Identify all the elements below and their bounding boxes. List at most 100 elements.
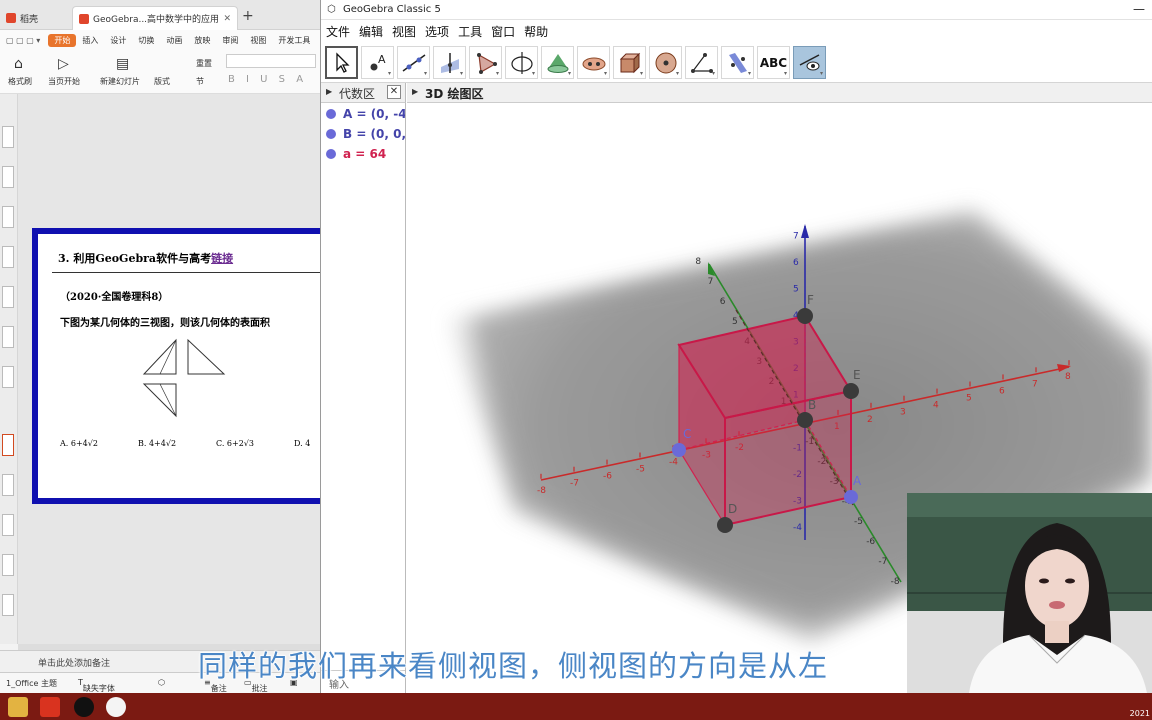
visibility-toggle-icon[interactable] <box>326 149 336 159</box>
slide-source: （2020·全国卷理科8） <box>60 292 169 303</box>
geogebra-title-bar: ⬡ GeoGebra Classic 5 — <box>321 0 1152 20</box>
algebra-view: A = (0, -4, B = (0, 0, a = 64 输入 <box>321 103 406 693</box>
format-painter-label[interactable]: 格式刷 <box>8 76 32 87</box>
sphere-tool[interactable]: ▾ <box>649 46 682 79</box>
angle-icon <box>690 52 713 73</box>
menu-insert[interactable]: 插入 <box>76 35 104 46</box>
z-axis-arrow <box>801 224 809 238</box>
cone-tool[interactable]: ▾ <box>541 46 574 79</box>
cube-net-icon <box>619 52 640 73</box>
polygon-tool[interactable]: ▾ <box>469 46 502 79</box>
menu-animation[interactable]: 动画 <box>160 35 188 46</box>
slide-thumbnail[interactable] <box>2 206 14 228</box>
point-f[interactable] <box>797 308 813 324</box>
menu-view[interactable]: 视图 <box>244 35 272 46</box>
circle-axis-tool[interactable]: ▾ <box>505 46 538 79</box>
menu-slideshow[interactable]: 放映 <box>188 35 216 46</box>
menu-window[interactable]: 窗口 <box>491 23 515 40</box>
menu-icons[interactable]: ▢ ▢ ▢ ▾ <box>0 36 46 45</box>
visibility-toggle-icon[interactable] <box>326 129 336 139</box>
section-label[interactable]: 节 <box>196 76 204 87</box>
algebra-item-a-point[interactable]: A = (0, -4, <box>326 105 405 123</box>
menu-options[interactable]: 选项 <box>425 23 449 40</box>
font-style-icons[interactable]: B I U S A <box>228 74 307 85</box>
window-title: GeoGebra Classic 5 <box>343 4 441 15</box>
slide-thumbnail[interactable] <box>2 126 14 148</box>
slide-thumbnail[interactable] <box>2 594 14 616</box>
point-d[interactable] <box>717 517 733 533</box>
slide-thumbnail[interactable] <box>2 474 14 496</box>
net-tool[interactable]: ▾ <box>613 46 646 79</box>
graphics-3d-header[interactable]: ▶ 3D 绘图区 <box>407 83 1152 103</box>
geogebra-taskbar-icon[interactable] <box>106 697 126 717</box>
slide-heading-link[interactable]: 链接 <box>211 252 233 265</box>
file-explorer-icon[interactable] <box>8 697 28 717</box>
slide-thumbnail[interactable] <box>2 326 14 348</box>
point-e[interactable] <box>843 383 859 399</box>
algebra-item-b-point[interactable]: B = (0, 0, <box>326 125 405 143</box>
reflect-plane-tool[interactable]: ▾ <box>721 46 754 79</box>
new-tab-icon[interactable]: + <box>242 8 254 24</box>
algebra-item-a-volume[interactable]: a = 64 <box>326 145 386 163</box>
point-tool[interactable]: A ▾ <box>361 46 394 79</box>
perpendicular-tool[interactable]: ▾ <box>433 46 466 79</box>
font-name-box[interactable] <box>226 54 316 68</box>
wps-tab-daoke[interactable]: 稻壳 <box>0 6 44 30</box>
play-icon[interactable]: ▷ <box>58 56 69 72</box>
taskbar: 2021 <box>0 693 1152 720</box>
move-tool[interactable] <box>325 46 358 79</box>
menu-developer[interactable]: 开发工具 <box>272 35 316 46</box>
menu-tools[interactable]: 工具 <box>458 23 482 40</box>
point-label-f: F <box>807 293 814 307</box>
point-c[interactable] <box>672 443 686 457</box>
layout-label[interactable]: 版式 <box>154 76 170 87</box>
y-tick-label: 7 <box>708 277 714 287</box>
wps-tab-label: 稻壳 <box>20 14 39 25</box>
point-b[interactable] <box>797 412 813 428</box>
menu-review[interactable]: 审阅 <box>216 35 244 46</box>
new-slide-label[interactable]: 新建幻灯片 <box>100 76 140 87</box>
ppt-icon <box>79 13 89 24</box>
point-a[interactable] <box>844 490 858 504</box>
view-icon[interactable]: ⬡ <box>158 678 165 687</box>
format-painter-icon[interactable]: ⌂ <box>14 56 23 72</box>
menu-start[interactable]: 开始 <box>48 33 77 47</box>
menu-help[interactable]: 帮助 <box>524 23 548 40</box>
wps-icon[interactable] <box>40 697 60 717</box>
from-current-label[interactable]: 当页开始 <box>48 76 80 87</box>
y-tick-label: -6 <box>866 537 875 547</box>
menu-transition[interactable]: 切换 <box>132 35 160 46</box>
sphere-icon <box>655 52 676 73</box>
close-icon[interactable]: ✕ <box>223 14 231 24</box>
intersect-surfaces-tool[interactable]: ▾ <box>577 46 610 79</box>
slide-thumbnail[interactable] <box>2 554 14 576</box>
visibility-toggle-icon[interactable] <box>326 109 336 119</box>
wps-tab-document[interactable]: GeoGebra...高中数学中的应用 ✕ <box>72 6 238 30</box>
slide-thumbnail-selected[interactable] <box>2 434 14 456</box>
minimize-icon[interactable]: — <box>1133 2 1145 16</box>
menu-edit[interactable]: 编辑 <box>359 23 383 40</box>
missing-font[interactable]: T 缺失字体 <box>78 678 115 693</box>
algebra-view-header[interactable]: ▶ 代数区 ✕ <box>321 83 406 103</box>
reset-label[interactable]: 重置 <box>196 58 212 69</box>
view-direction-tool[interactable]: ▾ <box>793 46 826 79</box>
recorder-icon[interactable] <box>74 697 94 717</box>
graphics-3d-title: 3D 绘图区 <box>425 87 484 101</box>
new-slide-icon[interactable]: ▤ <box>116 56 129 72</box>
line-tool[interactable]: ▾ <box>397 46 430 79</box>
slide-thumbnail[interactable] <box>2 246 14 268</box>
collapse-arrow-icon[interactable]: ▶ <box>412 87 418 96</box>
slide-thumbnail[interactable] <box>2 514 14 536</box>
slide-thumbnail[interactable] <box>2 366 14 388</box>
menu-design[interactable]: 设计 <box>104 35 132 46</box>
collapse-arrow-icon[interactable]: ▶ <box>326 87 332 96</box>
angle-tool[interactable]: ▾ <box>685 46 718 79</box>
menu-view[interactable]: 视图 <box>392 23 416 40</box>
menu-file[interactable]: 文件 <box>326 23 350 40</box>
slide-thumbnail[interactable] <box>2 166 14 188</box>
x-tick-label: 5 <box>966 394 972 404</box>
slide[interactable]: 3. 利用GeoGebra软件与高考链接 （2020·全国卷理科8） 下图为某几… <box>32 228 342 504</box>
text-tool[interactable]: ABC ▾ <box>757 46 790 79</box>
close-icon[interactable]: ✕ <box>387 85 401 99</box>
slide-thumbnail[interactable] <box>2 286 14 308</box>
